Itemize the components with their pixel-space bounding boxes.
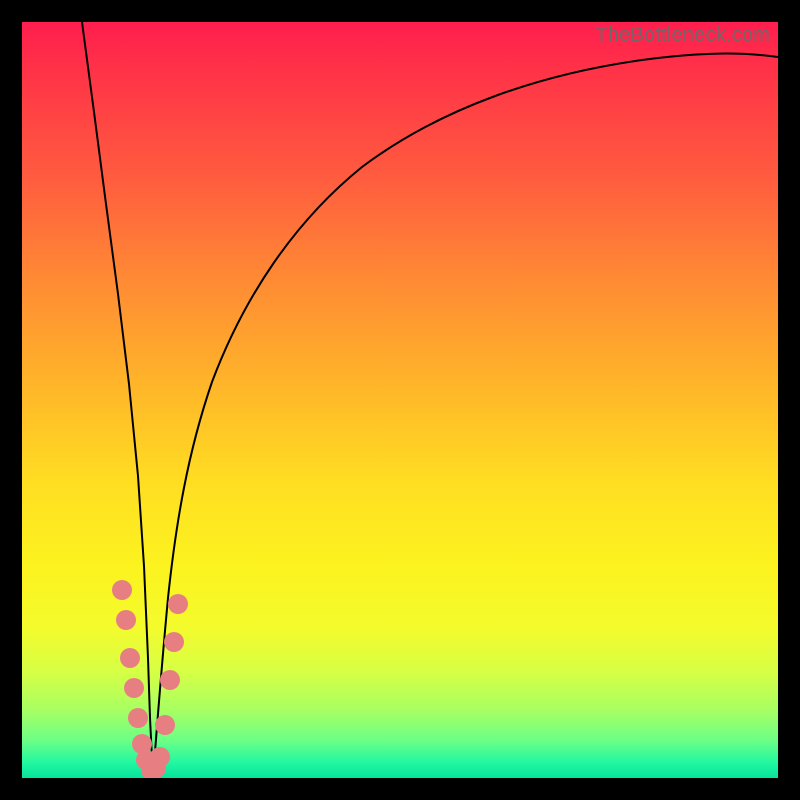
curve-left bbox=[82, 22, 153, 778]
curve-right bbox=[153, 54, 778, 778]
data-marker bbox=[164, 632, 184, 652]
data-marker bbox=[112, 580, 132, 600]
data-marker bbox=[116, 610, 136, 630]
data-marker bbox=[150, 747, 170, 767]
data-marker bbox=[168, 594, 188, 614]
plot-area: TheBottleneck.com bbox=[22, 22, 778, 778]
chart-frame: TheBottleneck.com bbox=[0, 0, 800, 800]
data-marker bbox=[155, 715, 175, 735]
chart-svg bbox=[22, 22, 778, 778]
data-marker bbox=[124, 678, 144, 698]
data-marker bbox=[160, 670, 180, 690]
data-marker bbox=[128, 708, 148, 728]
data-marker bbox=[120, 648, 140, 668]
